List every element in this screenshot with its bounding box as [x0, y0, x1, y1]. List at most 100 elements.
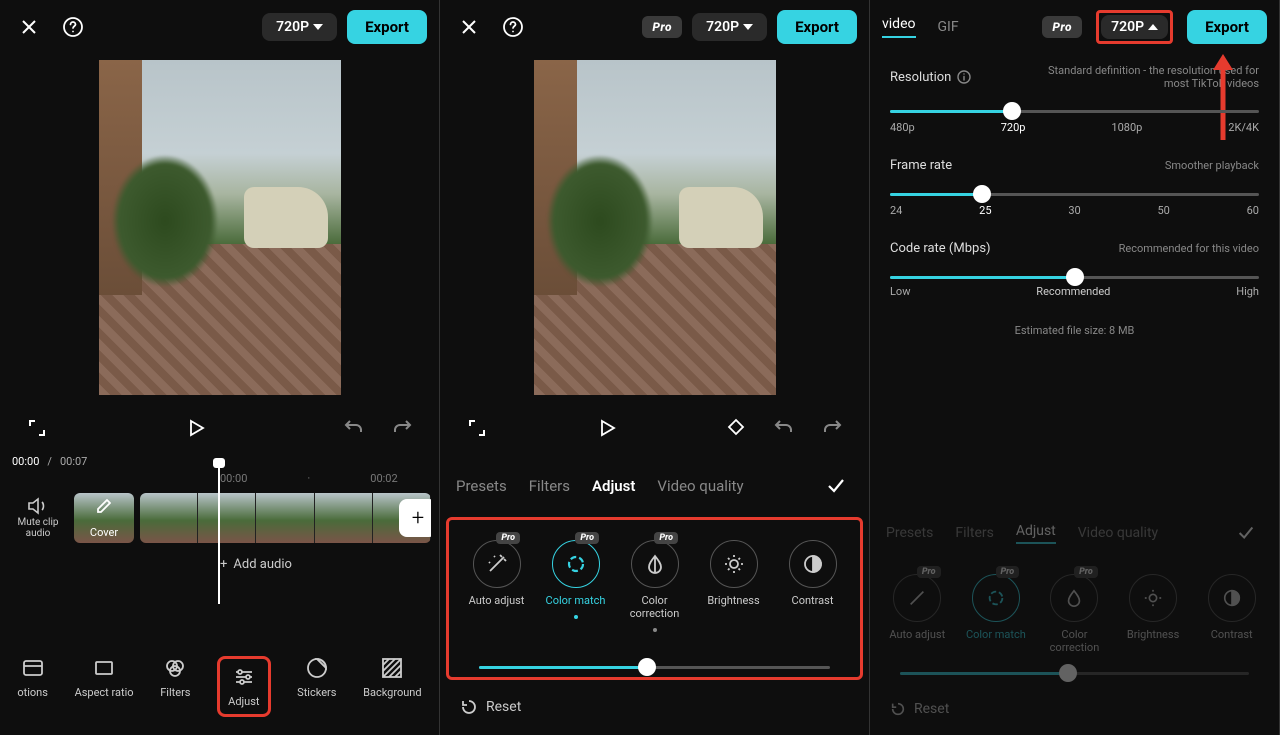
annotation-arrow-icon [1211, 50, 1235, 140]
cover-thumb[interactable]: Cover [74, 493, 134, 543]
confirm-button[interactable] [819, 469, 853, 503]
add-clip-button[interactable]: + [399, 499, 431, 537]
adjust-auto[interactable]: Pro Auto adjust [463, 540, 530, 632]
chevron-up-icon [1148, 24, 1158, 30]
chevron-down-icon [743, 24, 753, 30]
coderate-label: Code rate (Mbps) [890, 241, 991, 256]
resolution-value: 720P [276, 19, 309, 35]
framerate-slider[interactable] [890, 193, 1259, 196]
wand-icon [486, 553, 508, 575]
adjust-highlight: Pro Auto adjust Pro Color match Pro Colo… [446, 517, 863, 680]
resolution-slider[interactable] [890, 110, 1259, 113]
tab-adjust[interactable]: Adjust [592, 477, 635, 495]
speaker-icon [27, 497, 49, 515]
adjust-slider[interactable] [449, 642, 860, 677]
top-bar: 720P Export [0, 0, 439, 54]
reset-button[interactable]: Reset [440, 680, 869, 734]
resolution-dropdown[interactable]: 720P [692, 13, 767, 41]
coderate-slider[interactable] [890, 276, 1259, 279]
compare-button[interactable] [719, 411, 753, 445]
fullscreen-button[interactable] [460, 411, 494, 445]
panel-editor-main: 720P Export 00:00 / 00:07 00:00 · 00:0 [0, 0, 440, 735]
video-clip[interactable]: + [140, 493, 431, 543]
contrast-icon [802, 553, 824, 575]
tool-options[interactable]: otions [17, 656, 48, 717]
playhead[interactable] [218, 464, 220, 604]
resolution-ticks: 480p 720p 1080p 2K/4K [890, 121, 1259, 134]
options-icon [21, 656, 45, 680]
undo-button[interactable] [337, 411, 371, 445]
stickers-icon [305, 656, 329, 680]
adjust-contrast[interactable]: Contrast [779, 540, 846, 632]
info-icon[interactable] [957, 70, 971, 84]
export-button[interactable]: Export [347, 10, 427, 44]
dimmed-background: Presets Filters Adjust Video quality Pro… [870, 502, 1279, 735]
bottom-toolbar: otions Aspect ratio Filters Adjust Stick… [0, 642, 439, 735]
transport-bar [440, 401, 869, 455]
resolution-highlight: 720P [1096, 10, 1173, 44]
help-button[interactable] [56, 10, 90, 44]
fullscreen-button[interactable] [20, 411, 54, 445]
resolution-label: Resolution [890, 70, 951, 85]
panel-export-settings: video GIF Pro 720P Export Resolution Sta… [870, 0, 1280, 735]
transport-bar [0, 401, 439, 455]
color-match-icon [565, 553, 587, 575]
export-button[interactable]: Export [1187, 10, 1267, 44]
tool-aspect-ratio[interactable]: Aspect ratio [75, 656, 134, 717]
adjust-color-correction[interactable]: Pro Color correction [621, 540, 688, 632]
tool-background[interactable]: Background [363, 656, 421, 717]
tab-gif[interactable]: GIF [938, 19, 959, 35]
play-button[interactable] [590, 411, 624, 445]
adjust-options: Pro Auto adjust Pro Color match Pro Colo… [449, 520, 860, 642]
play-button[interactable] [179, 411, 213, 445]
video-preview[interactable] [99, 60, 341, 395]
resolution-value: 720P [1111, 19, 1144, 35]
droplet-icon [644, 553, 666, 575]
top-bar: video GIF Pro 720P Export [870, 0, 1279, 48]
brightness-icon [723, 553, 745, 575]
adjust-brightness[interactable]: Brightness [700, 540, 767, 632]
section-framerate: Frame rate Smoother playback 24 25 30 50… [870, 142, 1279, 225]
mute-clip-button[interactable]: Mute clip audio [8, 497, 68, 539]
time-current: 00:00 [12, 455, 39, 468]
framerate-label: Frame rate [890, 158, 952, 173]
panel-adjust: Pro 720P Export Presets Fi [440, 0, 870, 735]
resolution-dropdown[interactable]: 720P [262, 13, 337, 41]
coderate-hint: Recommended for this video [1119, 242, 1259, 255]
section-coderate: Code rate (Mbps) Recommended for this vi… [870, 225, 1279, 306]
framerate-ticks: 24 25 30 50 60 [890, 204, 1259, 217]
tool-filters[interactable]: Filters [160, 656, 190, 717]
tab-video[interactable]: video [882, 16, 916, 38]
resolution-value: 720P [706, 19, 739, 35]
tool-stickers[interactable]: Stickers [297, 656, 336, 717]
pro-badge[interactable]: Pro [1042, 16, 1082, 38]
pro-badge[interactable]: Pro [642, 16, 682, 38]
redo-button[interactable] [385, 411, 419, 445]
video-preview[interactable] [534, 60, 776, 395]
framerate-hint: Smoother playback [1165, 159, 1259, 172]
undo-button[interactable] [767, 411, 801, 445]
close-button[interactable] [12, 10, 46, 44]
top-bar: Pro 720P Export [440, 0, 869, 54]
aspect-ratio-icon [92, 656, 116, 680]
time-total: 00:07 [60, 455, 87, 468]
adjust-icon [232, 665, 256, 689]
tab-presets[interactable]: Presets [456, 477, 507, 495]
adjust-color-match[interactable]: Pro Color match [542, 540, 609, 632]
adjust-tabs: Presets Filters Adjust Video quality [440, 455, 869, 517]
reset-icon [460, 698, 478, 716]
filters-icon [163, 656, 187, 680]
coderate-range: Low Recommended High [890, 285, 1259, 298]
close-button[interactable] [452, 10, 486, 44]
help-button[interactable] [496, 10, 530, 44]
redo-button[interactable] [815, 411, 849, 445]
tab-video-quality[interactable]: Video quality [657, 477, 743, 495]
background-icon [380, 656, 404, 680]
tab-filters[interactable]: Filters [529, 477, 570, 495]
resolution-dropdown[interactable]: 720P [1101, 15, 1168, 39]
tool-adjust[interactable]: Adjust [217, 656, 270, 717]
estimated-size: Estimated file size: 8 MB [870, 306, 1279, 347]
chevron-down-icon [313, 24, 323, 30]
export-button[interactable]: Export [777, 10, 857, 44]
pencil-icon [97, 499, 111, 513]
